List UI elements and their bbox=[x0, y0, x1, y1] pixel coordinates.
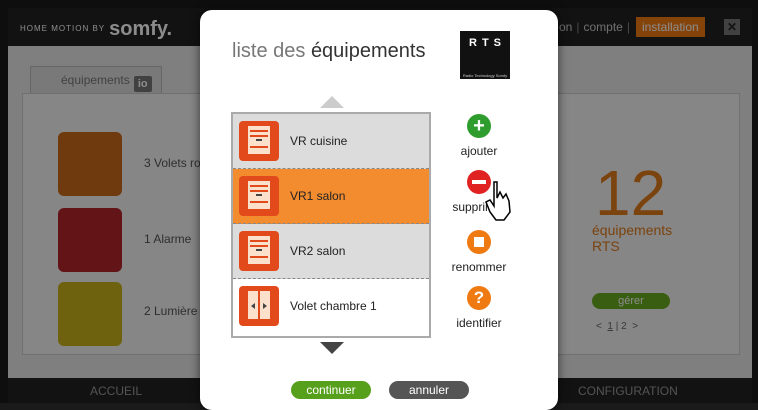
identify-button[interactable]: ? identifier bbox=[450, 286, 508, 330]
list-item[interactable]: VR2 salon bbox=[233, 224, 429, 279]
shutter-icon bbox=[239, 121, 279, 161]
dialog-title-light: liste des bbox=[232, 40, 306, 62]
continue-button[interactable]: continuer bbox=[291, 381, 371, 399]
list-item[interactable]: VR cuisine bbox=[233, 114, 429, 169]
add-label: ajouter bbox=[460, 144, 498, 158]
rename-button[interactable]: renommer bbox=[450, 230, 508, 274]
scroll-down-icon[interactable] bbox=[320, 342, 344, 354]
device-label: VR cuisine bbox=[290, 134, 348, 148]
scroll-up-icon[interactable] bbox=[320, 96, 344, 108]
dialog-title: liste des équipements bbox=[232, 40, 425, 63]
identify-label: identifier bbox=[456, 316, 502, 330]
rts-logo-letters: RTS bbox=[469, 37, 506, 49]
dialog-title-strong: équipements bbox=[310, 40, 426, 62]
device-label: VR1 salon bbox=[290, 189, 346, 203]
mouse-pointer-icon bbox=[485, 181, 511, 221]
stop-square-icon bbox=[467, 230, 491, 254]
rts-logo-subtitle: Radio Technology Somfy bbox=[462, 73, 508, 78]
cancel-button[interactable]: annuler bbox=[389, 381, 469, 399]
device-label: Volet chambre 1 bbox=[290, 299, 377, 313]
list-item-selected[interactable]: VR1 salon bbox=[233, 169, 429, 224]
rts-logo: RTS Radio Technology Somfy bbox=[460, 31, 510, 79]
shutter-icon bbox=[239, 231, 279, 271]
question-icon: ? bbox=[467, 286, 491, 310]
shutter-icon bbox=[239, 176, 279, 216]
plus-icon: + bbox=[467, 114, 491, 138]
rename-label: renommer bbox=[451, 260, 507, 274]
device-list: VR cuisine VR1 salon VR2 salon Volet cha… bbox=[231, 112, 431, 338]
add-button[interactable]: + ajouter bbox=[450, 114, 508, 158]
list-item[interactable]: Volet chambre 1 bbox=[233, 279, 429, 333]
device-label: VR2 salon bbox=[290, 244, 346, 258]
curtain-icon bbox=[239, 286, 279, 326]
